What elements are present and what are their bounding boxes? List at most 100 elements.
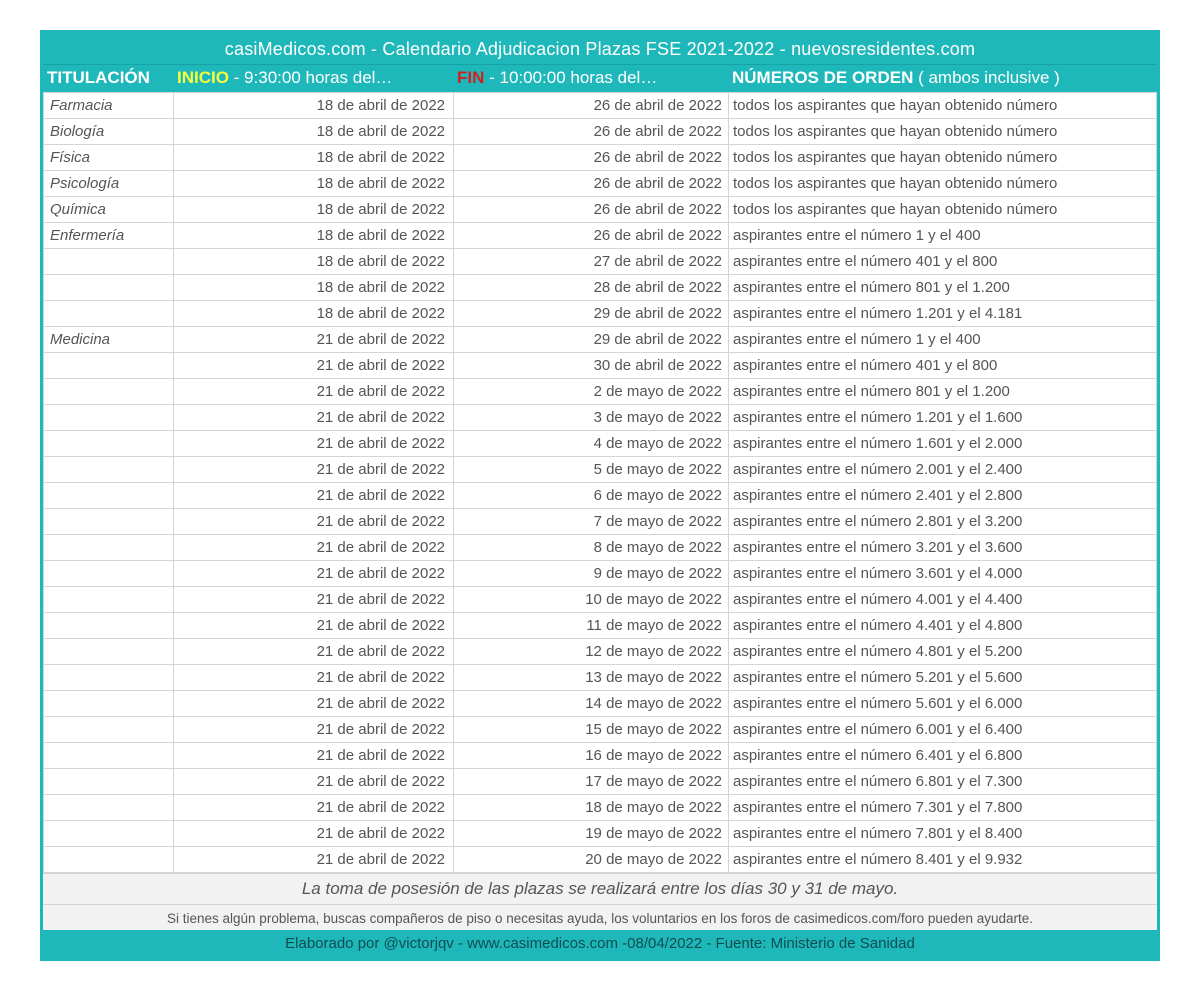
cell-orden: aspirantes entre el número 1 y el 400 xyxy=(729,327,1157,353)
cell-fin: 13 de mayo de 2022 xyxy=(454,665,729,691)
cell-fin: 19 de mayo de 2022 xyxy=(454,821,729,847)
cell-titulacion xyxy=(44,665,174,691)
table-row: 21 de abril de 202215 de mayo de 2022asp… xyxy=(44,717,1157,743)
cell-titulacion xyxy=(44,769,174,795)
cell-titulacion: Química xyxy=(44,197,174,223)
table-row: 21 de abril de 20226 de mayo de 2022aspi… xyxy=(44,483,1157,509)
cell-fin: 26 de abril de 2022 xyxy=(454,119,729,145)
cell-orden: aspirantes entre el número 401 y el 800 xyxy=(729,353,1157,379)
cell-titulacion xyxy=(44,509,174,535)
cell-titulacion xyxy=(44,457,174,483)
cell-inicio: 18 de abril de 2022 xyxy=(174,93,454,119)
cell-orden: aspirantes entre el número 5.601 y el 6.… xyxy=(729,691,1157,717)
cell-orden: aspirantes entre el número 2.001 y el 2.… xyxy=(729,457,1157,483)
cell-fin: 26 de abril de 2022 xyxy=(454,223,729,249)
cell-orden: aspirantes entre el número 4.401 y el 4.… xyxy=(729,613,1157,639)
cell-fin: 14 de mayo de 2022 xyxy=(454,691,729,717)
cell-orden: aspirantes entre el número 6.001 y el 6.… xyxy=(729,717,1157,743)
cell-fin: 27 de abril de 2022 xyxy=(454,249,729,275)
cell-orden: aspirantes entre el número 801 y el 1.20… xyxy=(729,379,1157,405)
cell-fin: 17 de mayo de 2022 xyxy=(454,769,729,795)
table-row: 21 de abril de 202214 de mayo de 2022asp… xyxy=(44,691,1157,717)
footer-posesion: La toma de posesión de las plazas se rea… xyxy=(43,873,1157,904)
cell-fin: 7 de mayo de 2022 xyxy=(454,509,729,535)
cell-inicio: 21 de abril de 2022 xyxy=(174,639,454,665)
cell-inicio: 21 de abril de 2022 xyxy=(174,535,454,561)
table-row: 18 de abril de 202227 de abril de 2022as… xyxy=(44,249,1157,275)
table-row: 21 de abril de 20225 de mayo de 2022aspi… xyxy=(44,457,1157,483)
cell-titulacion xyxy=(44,275,174,301)
cell-inicio: 21 de abril de 2022 xyxy=(174,431,454,457)
cell-inicio: 21 de abril de 2022 xyxy=(174,379,454,405)
header-fin-rest: - 10:00:00 horas del… xyxy=(484,68,657,87)
cell-inicio: 18 de abril de 2022 xyxy=(174,119,454,145)
header-orden-rest: ( ambos inclusive ) xyxy=(913,68,1059,87)
cell-titulacion xyxy=(44,743,174,769)
header-inicio-rest: - 9:30:00 horas del… xyxy=(229,68,392,87)
cell-titulacion xyxy=(44,431,174,457)
cell-fin: 5 de mayo de 2022 xyxy=(454,457,729,483)
cell-titulacion: Medicina xyxy=(44,327,174,353)
cell-inicio: 21 de abril de 2022 xyxy=(174,353,454,379)
table-row: 21 de abril de 20223 de mayo de 2022aspi… xyxy=(44,405,1157,431)
table-row: 21 de abril de 20224 de mayo de 2022aspi… xyxy=(44,431,1157,457)
table-row: 21 de abril de 20227 de mayo de 2022aspi… xyxy=(44,509,1157,535)
cell-fin: 26 de abril de 2022 xyxy=(454,145,729,171)
cell-orden: todos los aspirantes que hayan obtenido … xyxy=(729,93,1157,119)
cell-titulacion xyxy=(44,535,174,561)
cell-fin: 6 de mayo de 2022 xyxy=(454,483,729,509)
table-row: Enfermería18 de abril de 202226 de abril… xyxy=(44,223,1157,249)
table-row: Farmacia18 de abril de 202226 de abril d… xyxy=(44,93,1157,119)
cell-inicio: 21 de abril de 2022 xyxy=(174,405,454,431)
cell-orden: aspirantes entre el número 401 y el 800 xyxy=(729,249,1157,275)
table-row: 21 de abril de 202211 de mayo de 2022asp… xyxy=(44,613,1157,639)
cell-orden: aspirantes entre el número 6.801 y el 7.… xyxy=(729,769,1157,795)
cell-fin: 29 de abril de 2022 xyxy=(454,301,729,327)
table-row: 21 de abril de 202216 de mayo de 2022asp… xyxy=(44,743,1157,769)
table-row: 21 de abril de 202219 de mayo de 2022asp… xyxy=(44,821,1157,847)
table-row: 21 de abril de 202220 de mayo de 2022asp… xyxy=(44,847,1157,873)
cell-orden: aspirantes entre el número 4.801 y el 5.… xyxy=(729,639,1157,665)
cell-orden: aspirantes entre el número 8.401 y el 9.… xyxy=(729,847,1157,873)
calendar-table: Farmacia18 de abril de 202226 de abril d… xyxy=(43,92,1157,873)
header-orden: NÚMEROS DE ORDEN ( ambos inclusive ) xyxy=(728,65,1157,92)
cell-inicio: 21 de abril de 2022 xyxy=(174,509,454,535)
cell-orden: aspirantes entre el número 3.201 y el 3.… xyxy=(729,535,1157,561)
cell-orden: todos los aspirantes que hayan obtenido … xyxy=(729,119,1157,145)
cell-orden: aspirantes entre el número 2.401 y el 2.… xyxy=(729,483,1157,509)
table-row: 21 de abril de 202217 de mayo de 2022asp… xyxy=(44,769,1157,795)
cell-fin: 10 de mayo de 2022 xyxy=(454,587,729,613)
cell-inicio: 21 de abril de 2022 xyxy=(174,743,454,769)
table-row: 21 de abril de 20222 de mayo de 2022aspi… xyxy=(44,379,1157,405)
cell-inicio: 21 de abril de 2022 xyxy=(174,561,454,587)
header-fin: FIN - 10:00:00 horas del… xyxy=(453,65,728,92)
table-row: 18 de abril de 202229 de abril de 2022as… xyxy=(44,301,1157,327)
cell-orden: aspirantes entre el número 2.801 y el 3.… xyxy=(729,509,1157,535)
footer-credits: Elaborado por @victorjqv - www.casimedic… xyxy=(43,930,1157,958)
header-fin-accent: FIN xyxy=(457,68,484,87)
cell-fin: 12 de mayo de 2022 xyxy=(454,639,729,665)
table-row: Biología18 de abril de 202226 de abril d… xyxy=(44,119,1157,145)
cell-orden: aspirantes entre el número 5.201 y el 5.… xyxy=(729,665,1157,691)
cell-titulacion xyxy=(44,691,174,717)
cell-fin: 30 de abril de 2022 xyxy=(454,353,729,379)
cell-inicio: 21 de abril de 2022 xyxy=(174,587,454,613)
table-row: 21 de abril de 20228 de mayo de 2022aspi… xyxy=(44,535,1157,561)
cell-inicio: 18 de abril de 2022 xyxy=(174,301,454,327)
cell-titulacion xyxy=(44,795,174,821)
page-title: casiMedicos.com - Calendario Adjudicacio… xyxy=(43,33,1157,64)
cell-fin: 8 de mayo de 2022 xyxy=(454,535,729,561)
table-row: 21 de abril de 20229 de mayo de 2022aspi… xyxy=(44,561,1157,587)
cell-fin: 11 de mayo de 2022 xyxy=(454,613,729,639)
header-inicio: INICIO - 9:30:00 horas del… xyxy=(173,65,453,92)
cell-orden: aspirantes entre el número 6.401 y el 6.… xyxy=(729,743,1157,769)
header-orden-accent: NÚMEROS DE ORDEN xyxy=(732,68,913,87)
cell-titulacion xyxy=(44,613,174,639)
cell-orden: aspirantes entre el número 4.001 y el 4.… xyxy=(729,587,1157,613)
cell-orden: aspirantes entre el número 1 y el 400 xyxy=(729,223,1157,249)
cell-orden: aspirantes entre el número 1.601 y el 2.… xyxy=(729,431,1157,457)
table-header: TITULACIÓN INICIO - 9:30:00 horas del… F… xyxy=(43,64,1157,92)
cell-fin: 9 de mayo de 2022 xyxy=(454,561,729,587)
cell-fin: 2 de mayo de 2022 xyxy=(454,379,729,405)
cell-orden: aspirantes entre el número 1.201 y el 1.… xyxy=(729,405,1157,431)
